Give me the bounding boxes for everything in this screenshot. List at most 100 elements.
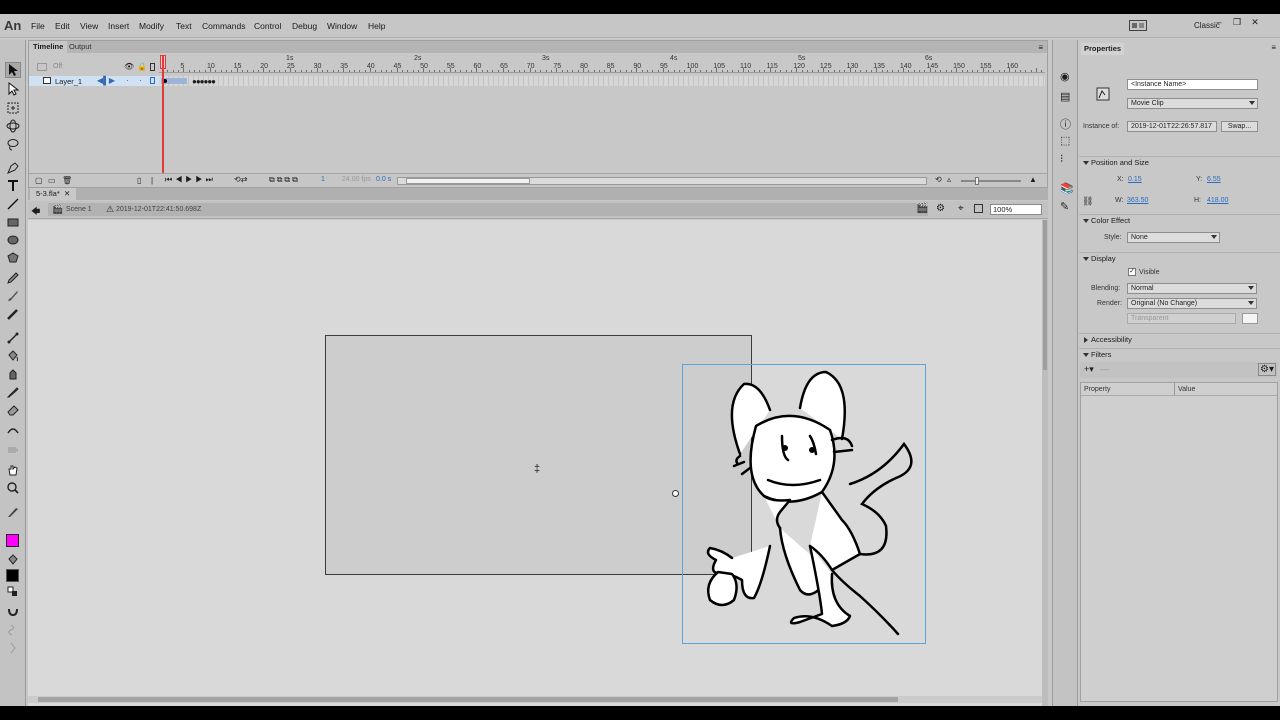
render-select[interactable]: Original (No Change) xyxy=(1127,298,1257,309)
brush-tool-icon[interactable] xyxy=(5,306,21,322)
edit-symbol-icon[interactable]: ⚙ xyxy=(936,203,945,214)
library-panel-icon[interactable]: 📚 xyxy=(1060,182,1074,195)
panel-menu-icon[interactable]: ≡ xyxy=(1038,43,1043,52)
layer-visibility-dot[interactable]: · xyxy=(126,76,129,85)
snap-to-objects-icon[interactable] xyxy=(5,604,21,620)
line-tool-icon[interactable] xyxy=(5,196,21,212)
fill-color-swatch[interactable] xyxy=(6,534,19,547)
breadcrumb-symbol[interactable]: 2019-12-01T22:41:50.698Z xyxy=(116,206,201,213)
cat-character-movieclip[interactable] xyxy=(682,364,927,645)
layer-frames[interactable]: ●●●●●● xyxy=(159,76,1045,86)
align-panel-icon[interactable]: ⁝ xyxy=(1060,152,1064,165)
3d-rotation-tool-icon[interactable] xyxy=(5,118,21,134)
paint-bucket-tool-icon[interactable] xyxy=(5,348,21,364)
bone-tool-icon[interactable] xyxy=(5,330,21,346)
visible-checkbox[interactable]: ✓ xyxy=(1128,268,1136,276)
new-folder-icon[interactable]: ▭ xyxy=(48,176,56,185)
color-style-select[interactable]: None xyxy=(1127,232,1220,243)
close-tab-icon[interactable]: ✕ xyxy=(64,189,70,198)
menu-view[interactable]: View xyxy=(80,21,98,31)
motion-presets-icon[interactable]: ✎ xyxy=(1060,200,1069,213)
layer-outline-icon[interactable] xyxy=(150,77,155,84)
color-panel-icon[interactable]: ◉ xyxy=(1060,70,1070,83)
hand-tool-icon[interactable] xyxy=(5,462,21,478)
zoom-in-frames-icon[interactable]: ▲ xyxy=(1029,175,1037,184)
onion-skin-controls[interactable]: ⧉⧉⧉⧉ xyxy=(269,175,300,185)
stroke-color-swatch[interactable] xyxy=(6,569,19,582)
layer-name-cell[interactable]: Layer_1 ◀▌▶ · · xyxy=(29,76,159,86)
paint-brush-tool-icon[interactable] xyxy=(5,288,21,304)
stage-vscroll-thumb[interactable] xyxy=(1043,220,1047,370)
x-value[interactable]: 0.15 xyxy=(1128,176,1142,183)
menu-edit[interactable]: Edit xyxy=(55,21,70,31)
zoom-select[interactable]: 100% xyxy=(990,204,1042,215)
h-value[interactable]: 418.00 xyxy=(1207,197,1228,204)
workspace-layout-icon[interactable] xyxy=(1129,20,1147,31)
current-frame[interactable]: 1 xyxy=(321,176,325,183)
delete-layer-icon[interactable]: 🗑 xyxy=(62,176,72,185)
menu-commands[interactable]: Commands xyxy=(202,21,245,31)
center-frame-icon[interactable]: ⟲ xyxy=(935,175,942,184)
frame-ruler[interactable]: 5 10 15 20 25 30 35 40 45 50 55 60 65 70 75 80 85 90 95 100… xyxy=(159,63,1045,73)
menu-text[interactable]: Text xyxy=(176,21,192,31)
section-accessibility[interactable]: Accessibility xyxy=(1079,333,1280,345)
section-position-size[interactable]: Position and Size xyxy=(1079,156,1280,168)
frame-zoom-handle[interactable] xyxy=(975,177,979,185)
filter-options-icon[interactable]: ⚙▾ xyxy=(1258,363,1276,376)
props-menu-icon[interactable]: ≡ xyxy=(1271,43,1276,52)
swatches-panel-icon[interactable]: ▤ xyxy=(1060,90,1070,103)
pencil-tool-icon[interactable] xyxy=(5,270,21,286)
timeline-hscroll-thumb[interactable] xyxy=(406,178,530,184)
restore-button[interactable]: ❐ xyxy=(1230,17,1244,28)
clip-content-icon[interactable] xyxy=(974,204,983,213)
y-value[interactable]: 6.55 xyxy=(1207,176,1221,183)
layer-row[interactable]: Layer_1 ◀▌▶ · · ●●●●●● xyxy=(29,76,1047,86)
trash-icon[interactable]: ▯ xyxy=(137,176,141,185)
section-filters[interactable]: Filters xyxy=(1079,348,1280,360)
timeline-hscroll[interactable] xyxy=(397,177,927,185)
rectangle-tool-icon[interactable] xyxy=(5,214,21,230)
tab-output[interactable]: Output xyxy=(65,41,96,53)
close-button[interactable]: ✕ xyxy=(1248,17,1262,28)
transform-point[interactable] xyxy=(672,490,679,497)
center-stage-icon[interactable]: ⌖ xyxy=(958,203,964,214)
fps-value[interactable]: 24.00 fps xyxy=(342,176,371,183)
stage-area[interactable]: ‡ xyxy=(28,220,1042,706)
zoom-out-frames-icon[interactable]: ▵ xyxy=(947,175,951,184)
folder-off-icon[interactable] xyxy=(37,63,47,71)
minimize-button[interactable]: – xyxy=(1212,17,1226,28)
menu-modify[interactable]: Modify xyxy=(139,21,164,31)
document-tab[interactable]: 5-3.fla* ✕ xyxy=(30,188,77,200)
text-tool-icon[interactable] xyxy=(5,178,21,194)
zoom-tool-icon[interactable] xyxy=(5,480,21,496)
show-hide-all-icon[interactable]: 👁 xyxy=(124,62,134,71)
menu-debug[interactable]: Debug xyxy=(292,21,317,31)
lasso-tool-icon[interactable] xyxy=(5,137,21,153)
swap-button[interactable]: Swap... xyxy=(1221,121,1258,132)
free-transform-tool-icon[interactable] xyxy=(5,100,21,116)
instance-name-input[interactable]: <Instance Name> xyxy=(1127,79,1258,90)
stroke-color-icon[interactable] xyxy=(5,504,21,520)
edit-scene-icon[interactable]: 🎬 xyxy=(916,203,928,214)
oval-tool-icon[interactable] xyxy=(5,232,21,248)
menu-file[interactable]: File xyxy=(31,21,45,31)
swap-colors-icon[interactable] xyxy=(5,584,21,600)
eraser-tool-icon[interactable] xyxy=(5,402,21,418)
stage-hscroll-thumb[interactable] xyxy=(38,697,898,702)
layer-name[interactable]: Layer_1 xyxy=(55,77,82,86)
eyedropper-tool-icon[interactable] xyxy=(5,384,21,400)
tab-properties[interactable]: Properties xyxy=(1081,43,1125,55)
camera-tool-icon[interactable] xyxy=(5,442,21,458)
add-filter-icon[interactable]: +▾ xyxy=(1084,364,1094,375)
loop-icon[interactable]: ⟲⇄ xyxy=(234,175,247,184)
subselection-tool-icon[interactable] xyxy=(5,81,21,97)
time-value[interactable]: 0.0 s xyxy=(376,176,391,183)
polystar-tool-icon[interactable] xyxy=(5,250,21,266)
stage-vscroll[interactable] xyxy=(1042,220,1048,706)
menu-control[interactable]: Control xyxy=(254,21,281,31)
symbol-type-select[interactable]: Movie Clip xyxy=(1127,98,1258,109)
fill-bucket-icon[interactable] xyxy=(5,552,21,568)
frame-zoom-slider[interactable] xyxy=(961,177,1021,185)
info-panel-icon[interactable]: ⓘ xyxy=(1060,116,1071,132)
new-layer-icon[interactable]: ▢ xyxy=(35,176,43,185)
